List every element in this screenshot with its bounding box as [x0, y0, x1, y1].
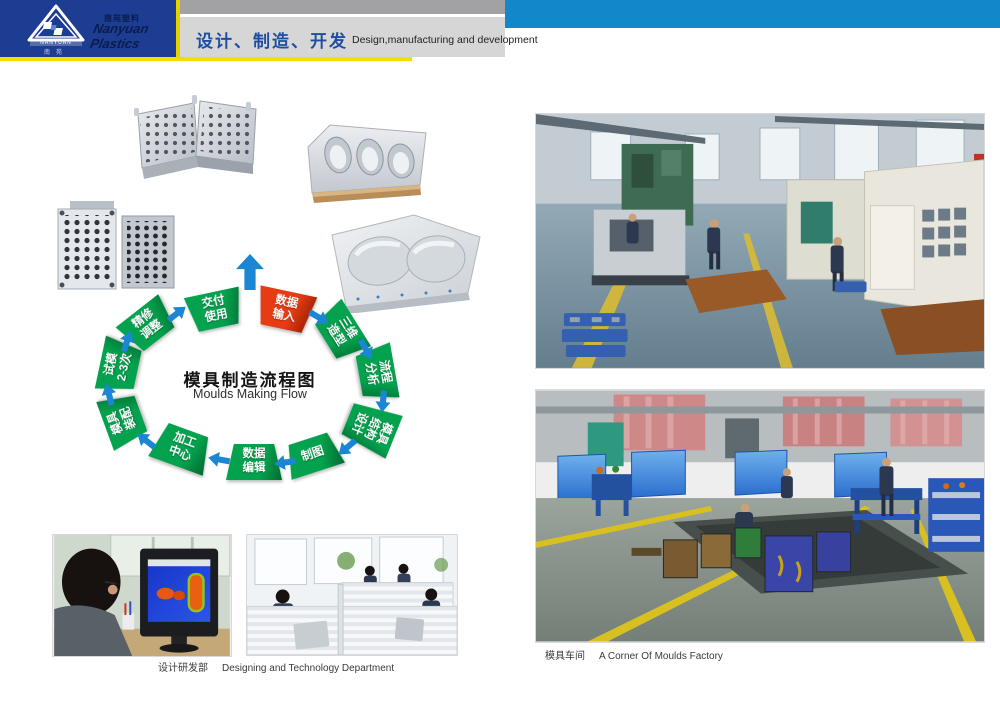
caption-design-dept-en: Designing and Technology Department [222, 663, 394, 674]
flow-node-label: 流程 分析 [362, 359, 393, 386]
flow-node-label: 试模 2-3次 [103, 349, 135, 382]
flow-node-label: 精修 调整 [131, 307, 166, 343]
flow-node-label: 三维 造型 [323, 315, 358, 349]
page-title-english: Design,manufacturing and development [352, 34, 538, 46]
page-title-chinese: 设计、制造、开发 [196, 27, 348, 52]
photo-designer-at-cad-monitor [52, 534, 232, 657]
header-blue-bar [505, 0, 1000, 28]
caption-moulds-factory-en: A Corner Of Moulds Factory [599, 651, 723, 662]
photo-injection-mould-pair [126, 94, 268, 194]
caption-design-dept-cn: 设计研发部 [158, 663, 208, 674]
caption-moulds-factory: 模具车间 A Corner Of Moulds Factory [545, 647, 723, 662]
caption-moulds-factory-cn: 模具车间 [545, 651, 585, 662]
photo-mould-plates-with-holes [52, 200, 180, 294]
header-yellow-underline [0, 57, 412, 61]
flow-node-label: 数据 输入 [271, 294, 299, 325]
flow-node-3: 流程 分析 [354, 342, 399, 403]
brochure-page: NANYUAN 南苑 南苑塑料 Nanyuan Plastics 设计、制造、开… [0, 0, 1000, 707]
photo-two-cavity-mould-block [318, 207, 486, 313]
logo-block: NANYUAN 南苑 南苑塑料 Nanyuan Plastics [0, 0, 176, 57]
photo-machining-workshop [535, 113, 985, 369]
flow-node-label: 模具 装配 [106, 405, 139, 436]
photo-three-cavity-mould [300, 115, 432, 207]
company-logo-triangle-icon [26, 4, 86, 44]
flow-node-label: 加工 中心 [167, 431, 198, 464]
flow-node-6: 数据 编辑 [226, 444, 282, 480]
flow-node-label: 数据 编辑 [243, 448, 266, 475]
logo-mark-cn: 南苑 [30, 47, 82, 56]
caption-design-dept: 设计研发部 Designing and Technology Department [158, 659, 394, 674]
photo-moulds-workshop [535, 389, 985, 643]
flow-node-7: 加工 中心 [148, 420, 215, 476]
logo-mark-text: NANYUAN [30, 40, 82, 46]
flow-node-label: 交付 使用 [201, 294, 229, 325]
photo-design-office-cubicles [246, 534, 458, 656]
company-name-english: Nanyuan Plastics [89, 21, 179, 51]
flow-node-11: 交付 使用 [184, 287, 246, 334]
flow-node-5: 制图 [281, 430, 345, 480]
flow-node-1: 数据 输入 [253, 285, 318, 334]
flow-title-english: Moulds Making Flow [145, 387, 355, 401]
header-gray-strip [180, 0, 505, 14]
flow-node-label: 制图 [300, 445, 326, 465]
